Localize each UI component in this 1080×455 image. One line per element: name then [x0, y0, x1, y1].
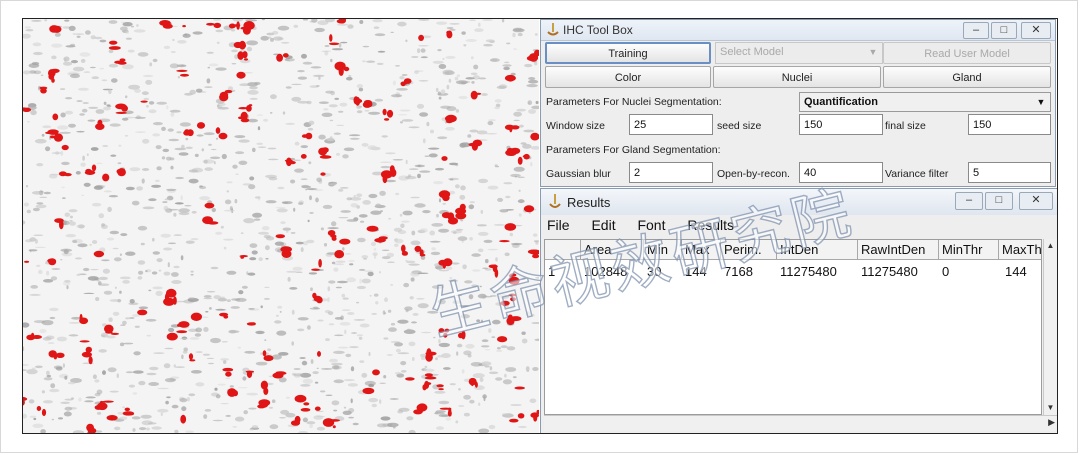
image-border — [22, 18, 1058, 434]
